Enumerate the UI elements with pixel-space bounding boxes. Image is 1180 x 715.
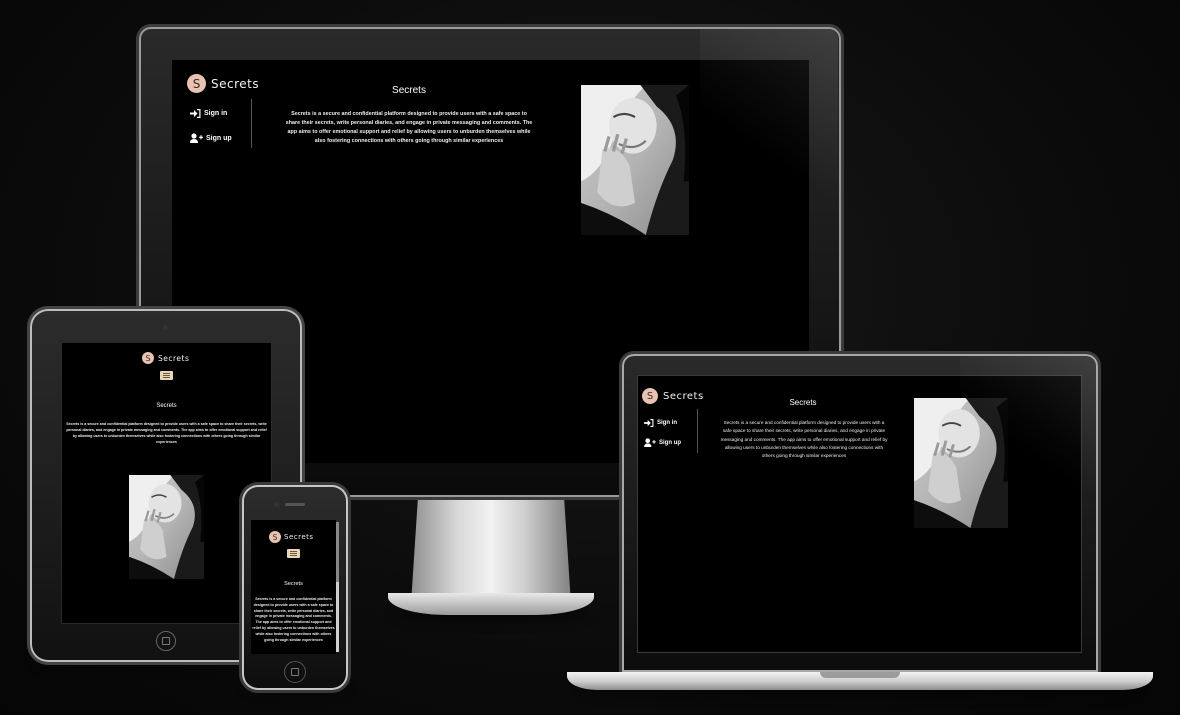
hamburger-icon[interactable]: [160, 371, 173, 380]
page-description: Secrets is a secure and confidential pla…: [252, 597, 335, 642]
page-heading: Secrets: [392, 85, 426, 96]
nav-sign-in[interactable]: Sign in: [190, 109, 227, 118]
phone-screen: S Secrets Secrets Secrets is a secure an…: [251, 520, 336, 654]
laptop-glare: [960, 356, 1096, 506]
logo-text: Secrets: [211, 76, 260, 91]
hero-image: [581, 85, 689, 235]
user-plus-icon: [190, 133, 203, 143]
page-heading: Secrets: [156, 403, 177, 409]
nav-divider: [697, 409, 698, 453]
logo-badge: S: [642, 388, 658, 404]
tablet-screen: S Secrets Secrets Secrets is a secure an…: [61, 342, 272, 624]
page-description: Secrets is a secure and confidential pla…: [720, 420, 888, 459]
logo-text: Secrets: [284, 533, 314, 541]
logo-text: Secrets: [663, 390, 704, 402]
nav-sign-up-label: Sign up: [206, 134, 232, 142]
page-heading: Secrets: [284, 581, 303, 587]
logo-badge: S: [142, 352, 154, 364]
nav-sign-in-label: Sign in: [657, 420, 677, 426]
desktop-foot: [388, 593, 594, 615]
nav-sign-up[interactable]: Sign up: [190, 133, 232, 143]
nav-divider: [251, 99, 252, 148]
hamburger-icon[interactable]: [287, 549, 300, 558]
logo-badge: S: [269, 531, 281, 543]
phone-camera: [274, 502, 279, 507]
nav-sign-up[interactable]: Sign up: [644, 438, 681, 447]
page-description: Secrets is a secure and confidential pla…: [285, 111, 533, 144]
phone-scrollbar-thumb[interactable]: [336, 522, 339, 582]
user-plus-icon: [644, 438, 656, 447]
sign-in-icon: [190, 109, 201, 118]
phone-speaker: [285, 503, 305, 506]
hero-image: [129, 475, 204, 579]
logo[interactable]: S Secrets: [142, 352, 189, 364]
logo[interactable]: S Secrets: [269, 531, 314, 543]
sign-in-icon: [644, 419, 654, 427]
logo[interactable]: S Secrets: [187, 74, 259, 93]
logo[interactable]: S Secrets: [642, 388, 704, 404]
tablet-camera: [163, 325, 168, 330]
tablet-home-button: [156, 631, 176, 651]
desktop-glare: [700, 29, 838, 229]
nav-sign-up-label: Sign up: [659, 439, 681, 446]
logo-text: Secrets: [158, 353, 190, 363]
logo-badge: S: [187, 74, 206, 93]
page-heading: Secrets: [789, 398, 817, 407]
phone-home-button: [284, 661, 306, 683]
nav-sign-in-label: Sign in: [204, 110, 228, 117]
desktop-stand: [411, 497, 571, 599]
page-description: Secrets is a secure and confidential pla…: [66, 422, 267, 444]
laptop-notch: [820, 672, 900, 678]
nav-sign-in[interactable]: Sign in: [644, 419, 677, 427]
